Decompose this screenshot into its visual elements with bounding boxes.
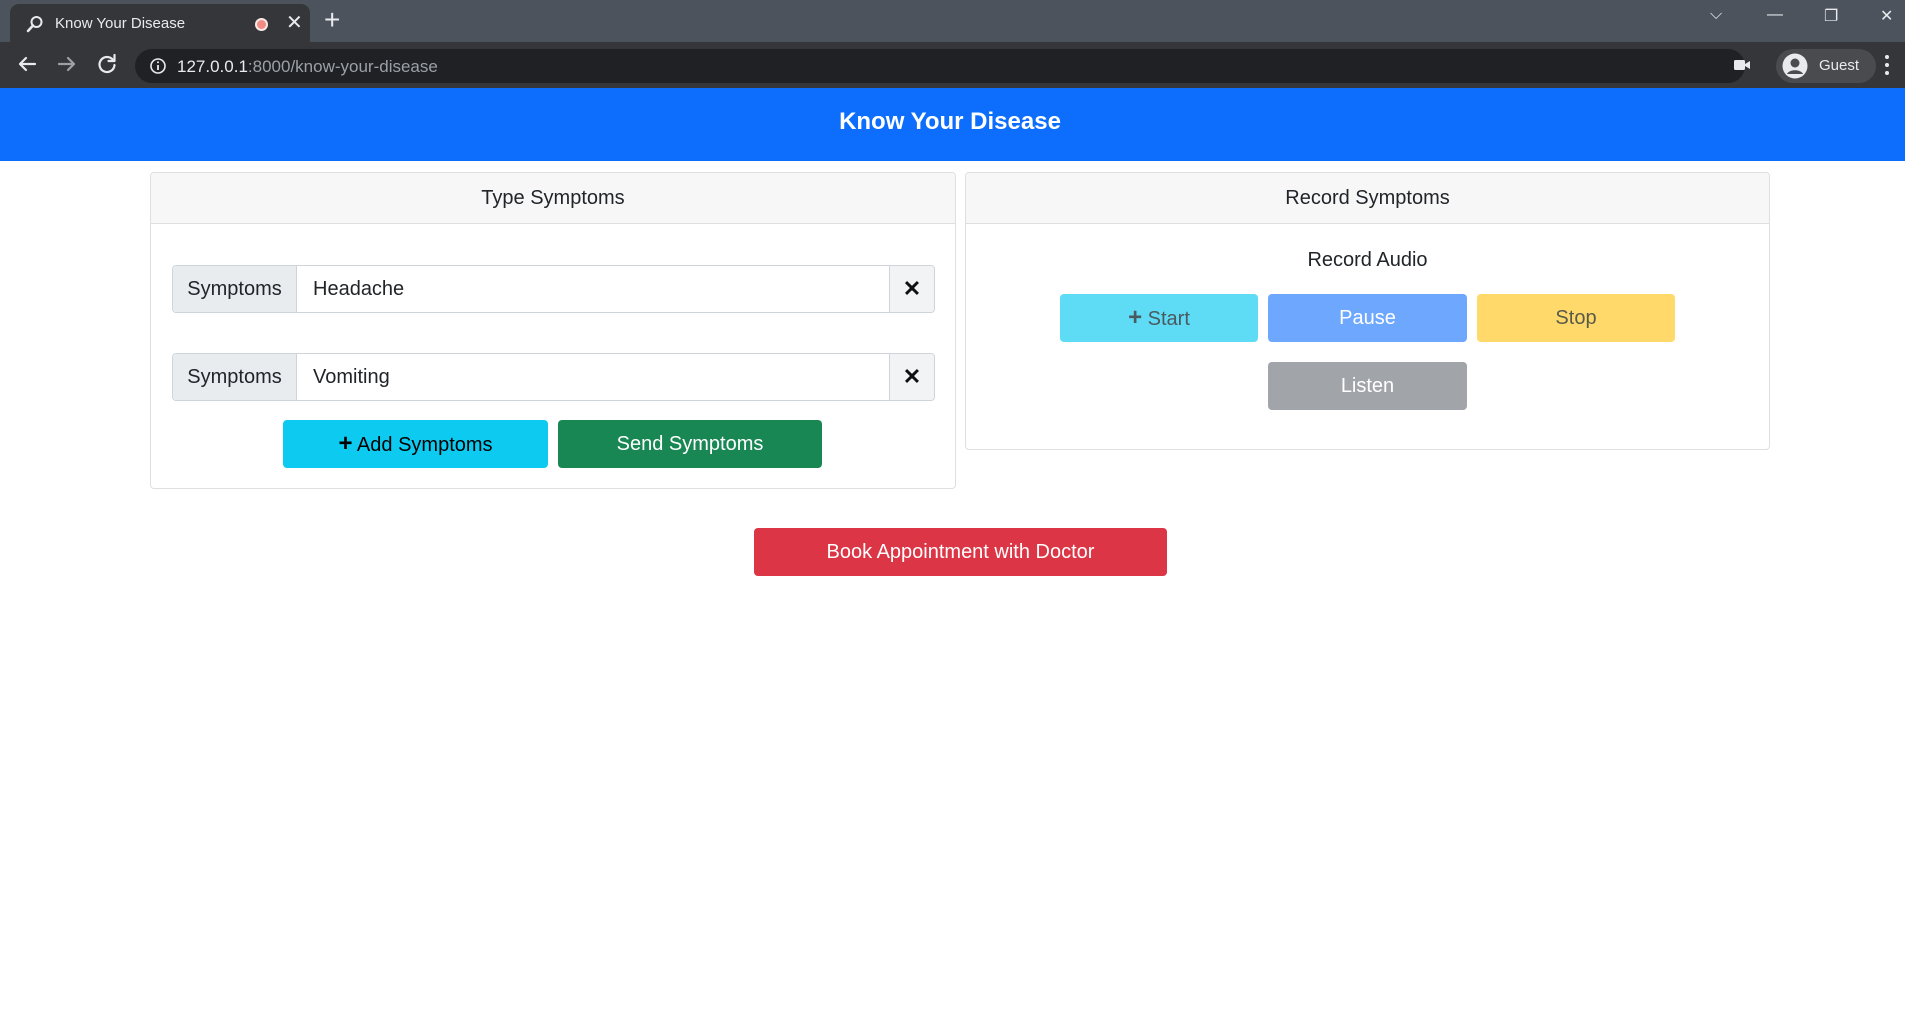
url-host: 127.0.0.1 — [177, 57, 248, 76]
url-path: :8000/know-your-disease — [247, 57, 438, 76]
restore-icon[interactable]: ❐ — [1824, 6, 1838, 26]
tab-search-chevron-icon[interactable]: ⌵ — [1710, 6, 1722, 24]
start-recording-button[interactable]: + Start — [1060, 294, 1258, 342]
pause-recording-button[interactable]: Pause — [1268, 294, 1467, 342]
forward-arrow-icon[interactable] — [53, 50, 81, 78]
camera-icon[interactable] — [1733, 56, 1751, 74]
symptom-input-group: Symptoms ✕ — [172, 265, 935, 313]
remove-symptom-button[interactable]: ✕ — [889, 266, 934, 312]
recording-indicator-icon — [255, 18, 268, 31]
listen-button[interactable]: Listen — [1268, 362, 1467, 410]
profile-button[interactable]: Guest — [1776, 49, 1876, 83]
browser-menu-icon[interactable] — [1884, 54, 1890, 76]
address-bar[interactable]: 127.0.0.1:8000/know-your-disease — [135, 49, 1745, 83]
page-title: Know Your Disease — [839, 108, 1061, 135]
pause-label: Pause — [1339, 307, 1396, 329]
send-symptoms-button[interactable]: Send Symptoms — [558, 420, 822, 468]
stop-label: Stop — [1555, 307, 1597, 329]
url-text: 127.0.0.1:8000/know-your-disease — [177, 57, 438, 77]
tab-close-icon[interactable]: ✕ — [286, 13, 303, 33]
symptom-label: Symptoms — [173, 266, 297, 312]
add-symptoms-label: Add Symptoms — [356, 434, 493, 456]
profile-name: Guest — [1819, 57, 1860, 74]
type-symptoms-header: Type Symptoms — [151, 173, 955, 224]
type-symptoms-card: Type Symptoms Symptoms ✕ Symptoms ✕ + Ad… — [150, 172, 956, 489]
book-appointment-button[interactable]: Book Appointment with Doctor — [754, 528, 1167, 576]
reload-icon[interactable] — [93, 50, 121, 78]
browser-toolbar: 127.0.0.1:8000/know-your-disease Guest — [0, 42, 1905, 88]
book-appointment-label: Book Appointment with Doctor — [826, 541, 1095, 563]
record-audio-label: Record Audio — [1307, 249, 1428, 271]
plus-icon: + — [1128, 304, 1143, 331]
symptom-input[interactable] — [297, 266, 890, 312]
send-symptoms-label: Send Symptoms — [616, 433, 764, 455]
window-close-icon[interactable]: ✕ — [1880, 6, 1893, 26]
page-navbar: Know Your Disease — [0, 88, 1905, 161]
symptom-input-group: Symptoms ✕ — [172, 353, 935, 401]
listen-label: Listen — [1340, 375, 1395, 397]
avatar-icon — [1782, 53, 1808, 79]
stop-recording-button[interactable]: Stop — [1477, 294, 1675, 342]
record-symptoms-card: Record Symptoms Record Audio + Start Pau… — [965, 172, 1770, 450]
plus-icon: + — [338, 430, 353, 457]
remove-symptom-button[interactable]: ✕ — [889, 354, 934, 400]
record-symptoms-header: Record Symptoms — [966, 173, 1769, 224]
tab-title: Know Your Disease — [55, 15, 186, 32]
start-label: Start — [1147, 308, 1190, 330]
search-favicon-icon — [26, 16, 43, 33]
symptom-label: Symptoms — [173, 354, 297, 400]
site-info-icon[interactable] — [149, 57, 167, 75]
back-arrow-icon[interactable] — [13, 50, 41, 78]
browser-tabstrip: Know Your Disease ✕ + ⌵ — ❐ ✕ — [0, 0, 1905, 42]
browser-tab[interactable]: Know Your Disease ✕ — [10, 4, 310, 42]
symptom-input[interactable] — [297, 354, 890, 400]
new-tab-icon[interactable]: + — [324, 6, 340, 34]
minimize-icon[interactable]: — — [1767, 6, 1783, 24]
add-symptoms-button[interactable]: + Add Symptoms — [283, 420, 548, 468]
